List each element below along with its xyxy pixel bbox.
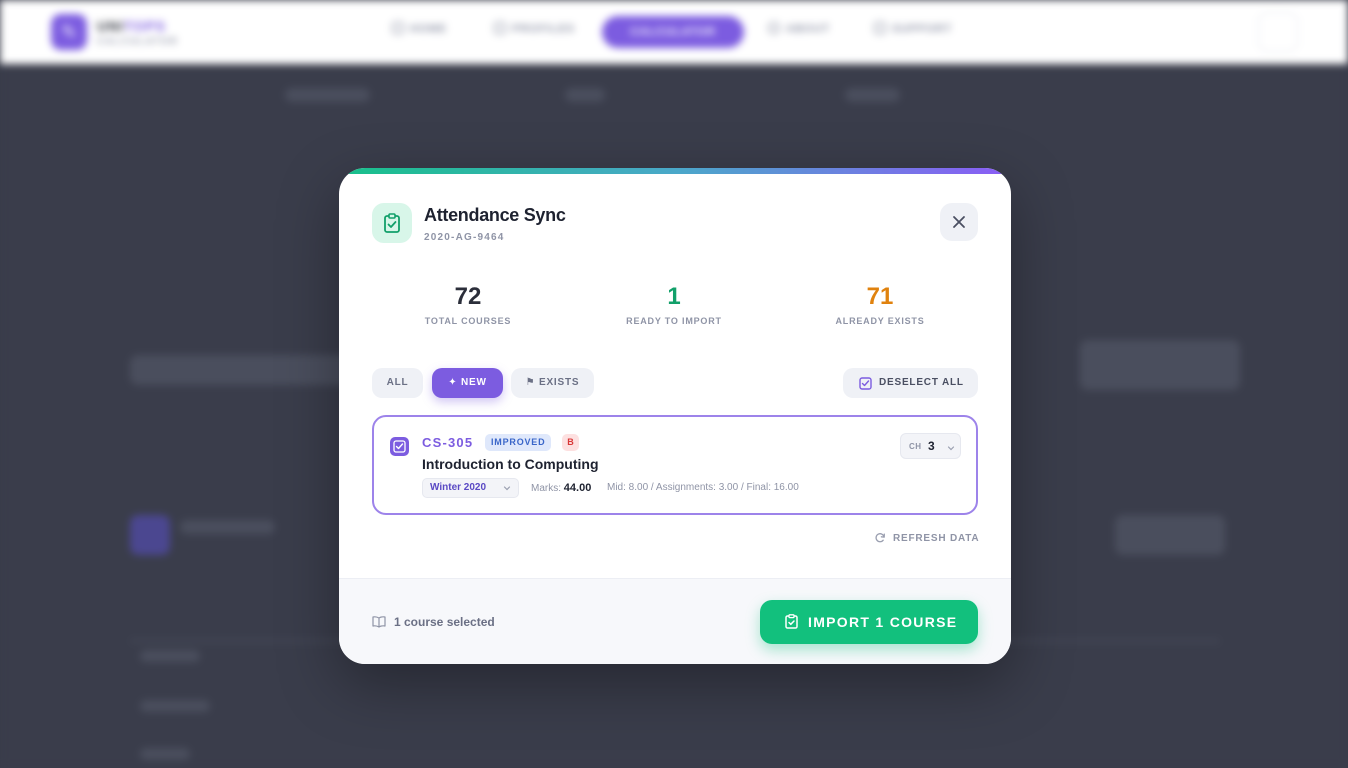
stat-ready-to-import: 1 READY TO IMPORT <box>594 282 754 326</box>
close-icon <box>953 216 965 228</box>
app-logo: ✎ <box>51 14 87 50</box>
bg-placeholder <box>285 88 370 102</box>
nav-about[interactable]: ABOUT <box>768 22 830 35</box>
nav-profiles[interactable]: PROFILES <box>494 22 575 35</box>
stat-value: 1 <box>667 283 681 310</box>
refresh-data-label: REFRESH DATA <box>893 533 980 544</box>
profiles-icon <box>494 22 506 34</box>
marks-breakdown: Mid: 8.00 / Assignments: 3.00 / Final: 1… <box>607 482 799 493</box>
filter-exists[interactable]: ⚑ EXISTS <box>511 368 594 398</box>
close-button[interactable] <box>940 203 978 241</box>
semester-value: Winter 2020 <box>430 482 487 493</box>
modal-title: Attendance Sync <box>424 205 566 225</box>
selection-count: 1 course selected <box>394 615 495 629</box>
credit-hours-select[interactable]: CH 3 <box>900 433 961 459</box>
checkbox-icon <box>859 377 872 390</box>
bg-placeholder <box>140 748 190 760</box>
check-icon <box>393 440 406 453</box>
logo-wordmark: UNITOPS <box>97 18 166 34</box>
stat-total-courses: 72 TOTAL COURSES <box>388 282 548 326</box>
stat-label: READY TO IMPORT <box>626 316 722 326</box>
modal-footer: 1 course selected IMPORT 1 COURSE <box>339 578 1011 664</box>
home-icon <box>392 22 404 34</box>
bg-placeholder <box>180 520 275 534</box>
user-menu-button[interactable] <box>1258 12 1298 52</box>
modal-accent-bar <box>339 168 1011 174</box>
status-badge: IMPROVED <box>485 434 552 451</box>
bg-placeholder <box>130 515 170 555</box>
bg-placeholder <box>565 88 605 102</box>
bg-placeholder <box>845 88 900 102</box>
course-name: Introduction to Computing <box>422 456 599 472</box>
filter-all[interactable]: ALL <box>372 368 423 398</box>
credit-hours-value: 3 <box>928 439 935 453</box>
bg-placeholder <box>130 355 360 385</box>
clipboard-check-icon <box>785 614 798 629</box>
nav-home[interactable]: HOME <box>392 22 447 35</box>
bg-placeholder <box>1115 515 1225 555</box>
top-navigation: ✎ UNITOPS CALCULATOR HOME PROFILES CALCU… <box>0 0 1348 64</box>
clipboard-check-icon <box>372 203 412 243</box>
logo-subtext: CALCULATOR <box>97 36 179 46</box>
support-icon <box>874 22 886 34</box>
book-icon <box>372 616 386 628</box>
stat-value: 72 <box>454 283 482 310</box>
stat-label: ALREADY EXISTS <box>835 316 925 326</box>
stat-already-exists: 71 ALREADY EXISTS <box>800 282 960 326</box>
deselect-all-button[interactable]: DESELECT ALL <box>843 368 978 398</box>
deselect-all-label: DESELECT ALL <box>879 377 964 388</box>
bg-placeholder <box>140 700 210 712</box>
course-row[interactable]: CS-305 IMPROVED B Introduction to Comput… <box>372 415 978 515</box>
nav-support[interactable]: SUPPORT <box>874 22 952 35</box>
marks-info: Marks: 44.00 <box>531 482 592 494</box>
grade-badge: B <box>562 434 579 451</box>
bg-placeholder <box>140 650 200 662</box>
filter-new[interactable]: ✦ NEW <box>432 368 503 398</box>
bg-placeholder <box>1080 340 1240 390</box>
import-courses-label: IMPORT 1 COURSE <box>808 614 958 630</box>
marks-value: 44.00 <box>563 482 592 494</box>
course-code: CS-305 <box>422 435 474 450</box>
info-icon <box>768 22 780 34</box>
credit-hours-label: CH <box>909 442 922 451</box>
import-courses-button[interactable]: IMPORT 1 COURSE <box>760 600 978 644</box>
course-checkbox[interactable] <box>390 437 409 456</box>
attendance-sync-modal: Attendance Sync 2020-AG-9464 72 TOTAL CO… <box>339 168 1011 664</box>
semester-select[interactable]: Winter 2020 <box>422 478 519 498</box>
nav-calculator[interactable]: CALCULATOR <box>602 16 744 48</box>
refresh-icon <box>875 533 885 543</box>
stat-value: 71 <box>866 283 894 310</box>
stat-label: TOTAL COURSES <box>424 316 512 326</box>
modal-subtitle: 2020-AG-9464 <box>424 232 505 243</box>
chevron-down-icon <box>503 486 511 491</box>
chevron-down-icon <box>947 446 955 451</box>
